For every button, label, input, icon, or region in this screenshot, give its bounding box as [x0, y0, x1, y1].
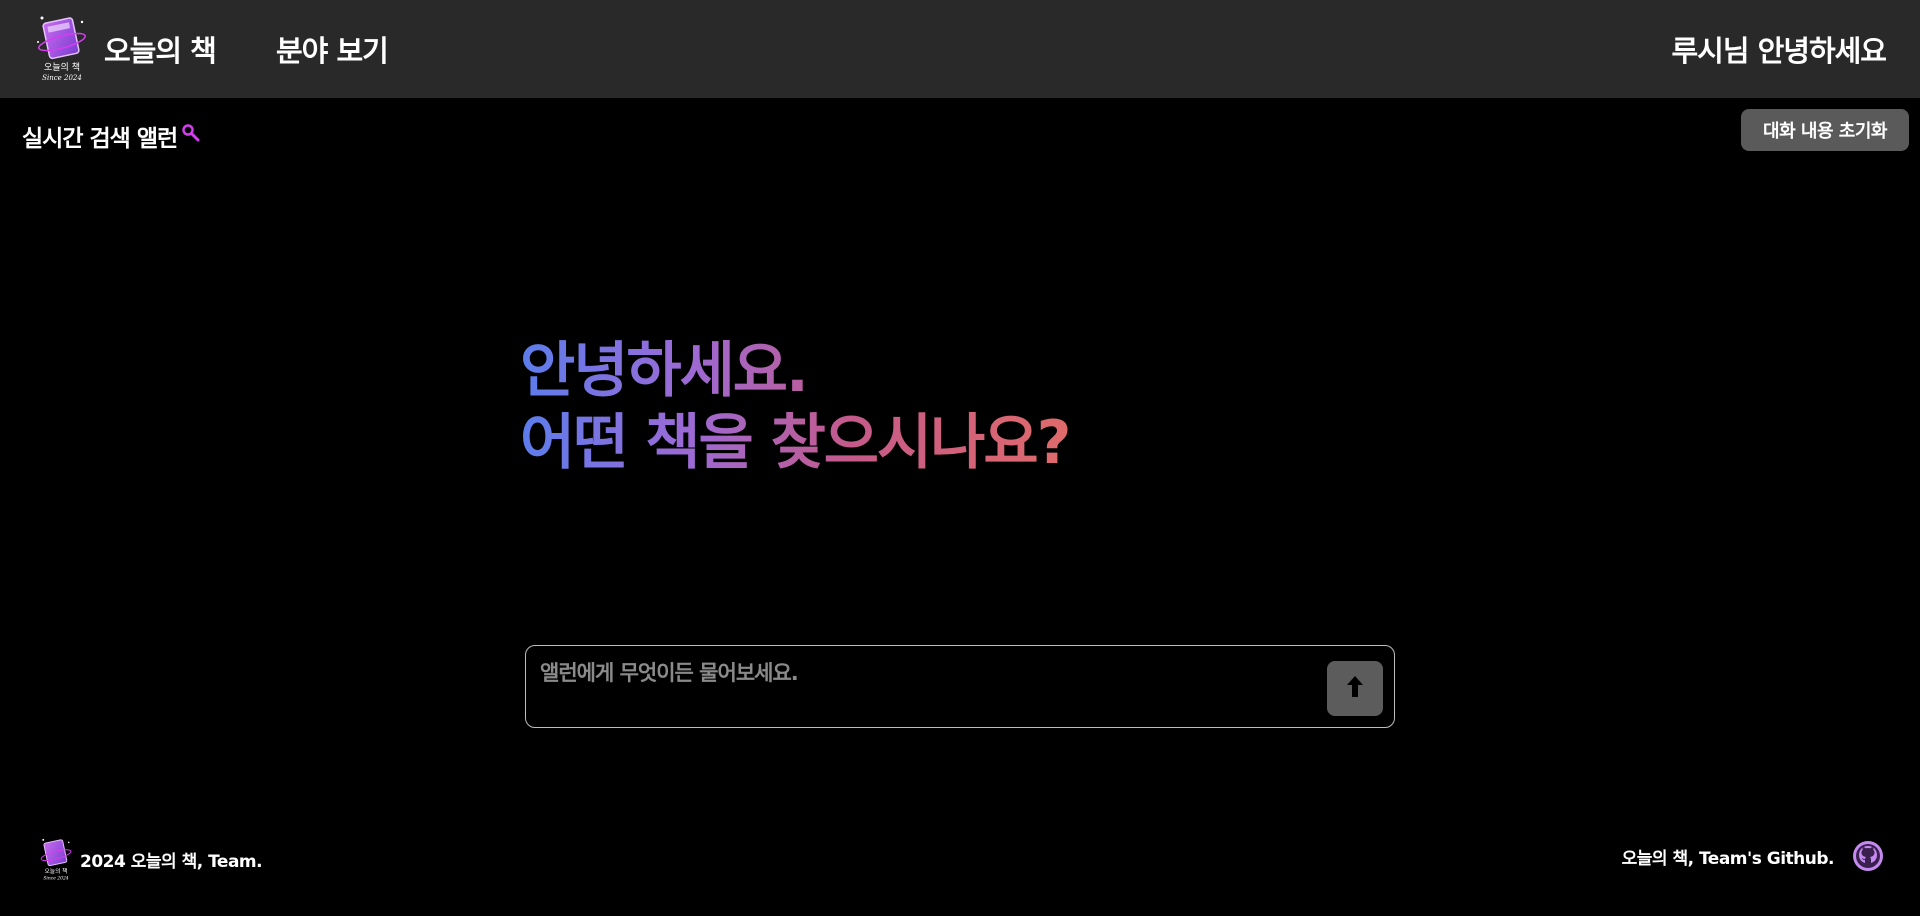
footer-logo: 오늘의 책 Since 2024 — [38, 836, 74, 882]
hero-line-1: 안녕하세요. — [520, 336, 807, 406]
footer-github: 오늘의 책, Team's Github. — [1622, 840, 1884, 872]
send-button[interactable] — [1327, 661, 1383, 716]
site-logo[interactable]: 오늘의 책 Since 2024 — [34, 12, 90, 84]
user-greeting[interactable]: 루시님 안녕하세요 — [1671, 28, 1887, 70]
footer-brand: 오늘의 책 Since 2024 2024 오늘의 책, Team. — [38, 836, 263, 882]
chat-input[interactable] — [540, 658, 1320, 688]
nav-genre[interactable]: 분야 보기 — [276, 28, 389, 70]
realtime-search-label: 실시간 검색 앨런 — [22, 126, 178, 152]
footer-copyright: 2024 오늘의 책, Team. — [80, 851, 263, 872]
svg-text:오늘의 책: 오늘의 책 — [44, 61, 80, 73]
realtime-search-title: 실시간 검색 앨런 — [22, 119, 201, 153]
svg-text:오늘의 책: 오늘의 책 — [45, 867, 68, 875]
svg-text:Since 2024: Since 2024 — [43, 875, 68, 881]
top-header: 오늘의 책 Since 2024 오늘의 책 분야 보기 루시님 안녕하세요 — [0, 0, 1920, 98]
hero-heading: 안녕하세요. 어떤 책을 찾으시나요? — [520, 335, 1069, 479]
arrow-up-icon — [1344, 674, 1366, 704]
hero-line-2: 어떤 책을 찾으시나요? — [520, 408, 1070, 478]
nav-home[interactable]: 오늘의 책 — [104, 28, 217, 70]
chat-box — [525, 645, 1395, 728]
search-icon — [181, 123, 201, 149]
github-icon[interactable] — [1852, 840, 1884, 872]
github-label[interactable]: 오늘의 책, Team's Github. — [1622, 844, 1835, 869]
reset-chat-button[interactable]: 대화 내용 초기화 — [1741, 109, 1909, 151]
svg-text:Since 2024: Since 2024 — [42, 74, 82, 82]
